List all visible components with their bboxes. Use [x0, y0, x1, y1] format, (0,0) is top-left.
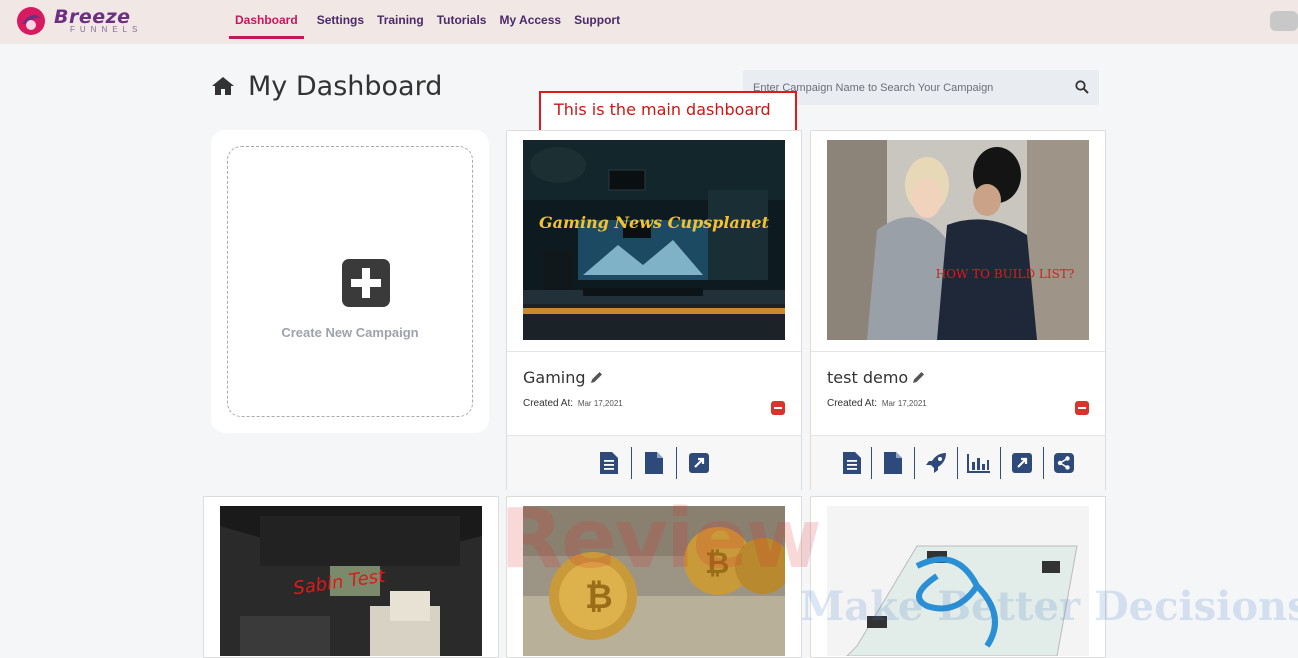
campaign-info: Gaming Created At: Mar 17,2021 [507, 351, 801, 436]
user-menu-button[interactable] [1270, 11, 1298, 31]
business-meeting-image: HOW TO BUILD LIST? [827, 140, 1089, 340]
watermark-subtext: Make Better Decisions [800, 583, 1298, 630]
nav-training[interactable]: Training [377, 0, 424, 36]
campaign-name-row: Gaming [523, 368, 603, 387]
create-campaign-button[interactable]: Create New Campaign [227, 146, 473, 417]
nav-settings[interactable]: Settings [317, 0, 364, 36]
top-navbar: Breeze FUNNELS Dashboard Settings Traini… [0, 0, 1298, 44]
campaign-card: Gaming News Cupsplanet Gaming Created At… [506, 130, 802, 490]
money-counting-image: Sabin Test [220, 506, 482, 656]
edit-pencil-icon[interactable] [590, 371, 603, 384]
nav-dashboard[interactable]: Dashboard [229, 0, 304, 39]
delete-campaign-button[interactable] [771, 401, 785, 415]
annotation-text: This is the main dashboard [554, 100, 771, 119]
campaign-thumbnail[interactable]: Gaming News Cupsplanet [523, 140, 785, 340]
page-icon[interactable] [833, 448, 871, 478]
created-date: Created At: Mar 17,2021 [523, 398, 623, 409]
campaign-card: HOW TO BUILD LIST? test demo Created At:… [810, 130, 1106, 490]
campaign-actions [507, 435, 801, 490]
created-value: Mar 17,2021 [577, 399, 623, 408]
nav-my-access[interactable]: My Access [499, 0, 561, 36]
thumbnail-caption: Gaming News Cupsplanet [539, 213, 770, 232]
edit-pencil-icon[interactable] [912, 371, 925, 384]
created-date: Created At: Mar 17,2021 [827, 398, 927, 409]
brand-sub: FUNNELS [70, 25, 143, 34]
nav-tutorials[interactable]: Tutorials [437, 0, 487, 36]
brand-logo-icon [17, 7, 45, 35]
gaming-setup-image: Gaming News Cupsplanet [523, 140, 785, 340]
search-icon[interactable] [1075, 80, 1089, 94]
campaign-card [810, 496, 1106, 658]
create-campaign-label: Create New Campaign [281, 325, 419, 340]
campaign-info: test demo Created At: Mar 17,2021 [811, 351, 1105, 436]
campaign-name: Gaming [523, 368, 586, 387]
bar-chart-icon[interactable] [958, 448, 1000, 478]
brand-logo[interactable]: Breeze FUNNELS [14, 4, 184, 38]
campaign-name-row: test demo [827, 368, 925, 387]
main-nav: Dashboard Settings Training Tutorials My… [229, 0, 633, 44]
created-value: Mar 17,2021 [881, 399, 927, 408]
search-input[interactable] [751, 76, 1065, 100]
scale-tape-image [827, 506, 1089, 656]
create-campaign-card: Create New Campaign [211, 130, 489, 433]
campaign-card: Sabin Test [203, 496, 499, 658]
nav-support[interactable]: Support [574, 0, 620, 36]
delete-campaign-button[interactable] [1075, 401, 1089, 415]
thumbnail-caption: HOW TO BUILD LIST? [936, 267, 1075, 281]
file-icon[interactable] [632, 448, 676, 478]
plus-icon [342, 259, 390, 307]
home-icon [212, 77, 234, 95]
file-icon[interactable] [872, 448, 914, 478]
campaign-thumbnail[interactable]: Sabin Test [220, 506, 482, 656]
page-header: My Dashboard [211, 70, 442, 102]
annotation-callout: This is the main dashboard [539, 91, 797, 132]
campaign-thumbnail[interactable] [827, 506, 1089, 656]
page-title: My Dashboard [248, 70, 443, 102]
campaign-actions [811, 435, 1105, 490]
campaign-name: test demo [827, 368, 909, 387]
rocket-icon[interactable] [915, 448, 957, 478]
page-icon[interactable] [587, 448, 631, 478]
campaign-thumbnail[interactable]: HOW TO BUILD LIST? [827, 140, 1089, 340]
external-link-icon[interactable] [677, 448, 721, 478]
external-link-icon[interactable] [1001, 448, 1043, 478]
share-icon[interactable] [1044, 448, 1084, 478]
created-label: Created At: [523, 398, 574, 409]
created-label: Created At: [827, 398, 878, 409]
watermark-text: Review [500, 492, 822, 587]
